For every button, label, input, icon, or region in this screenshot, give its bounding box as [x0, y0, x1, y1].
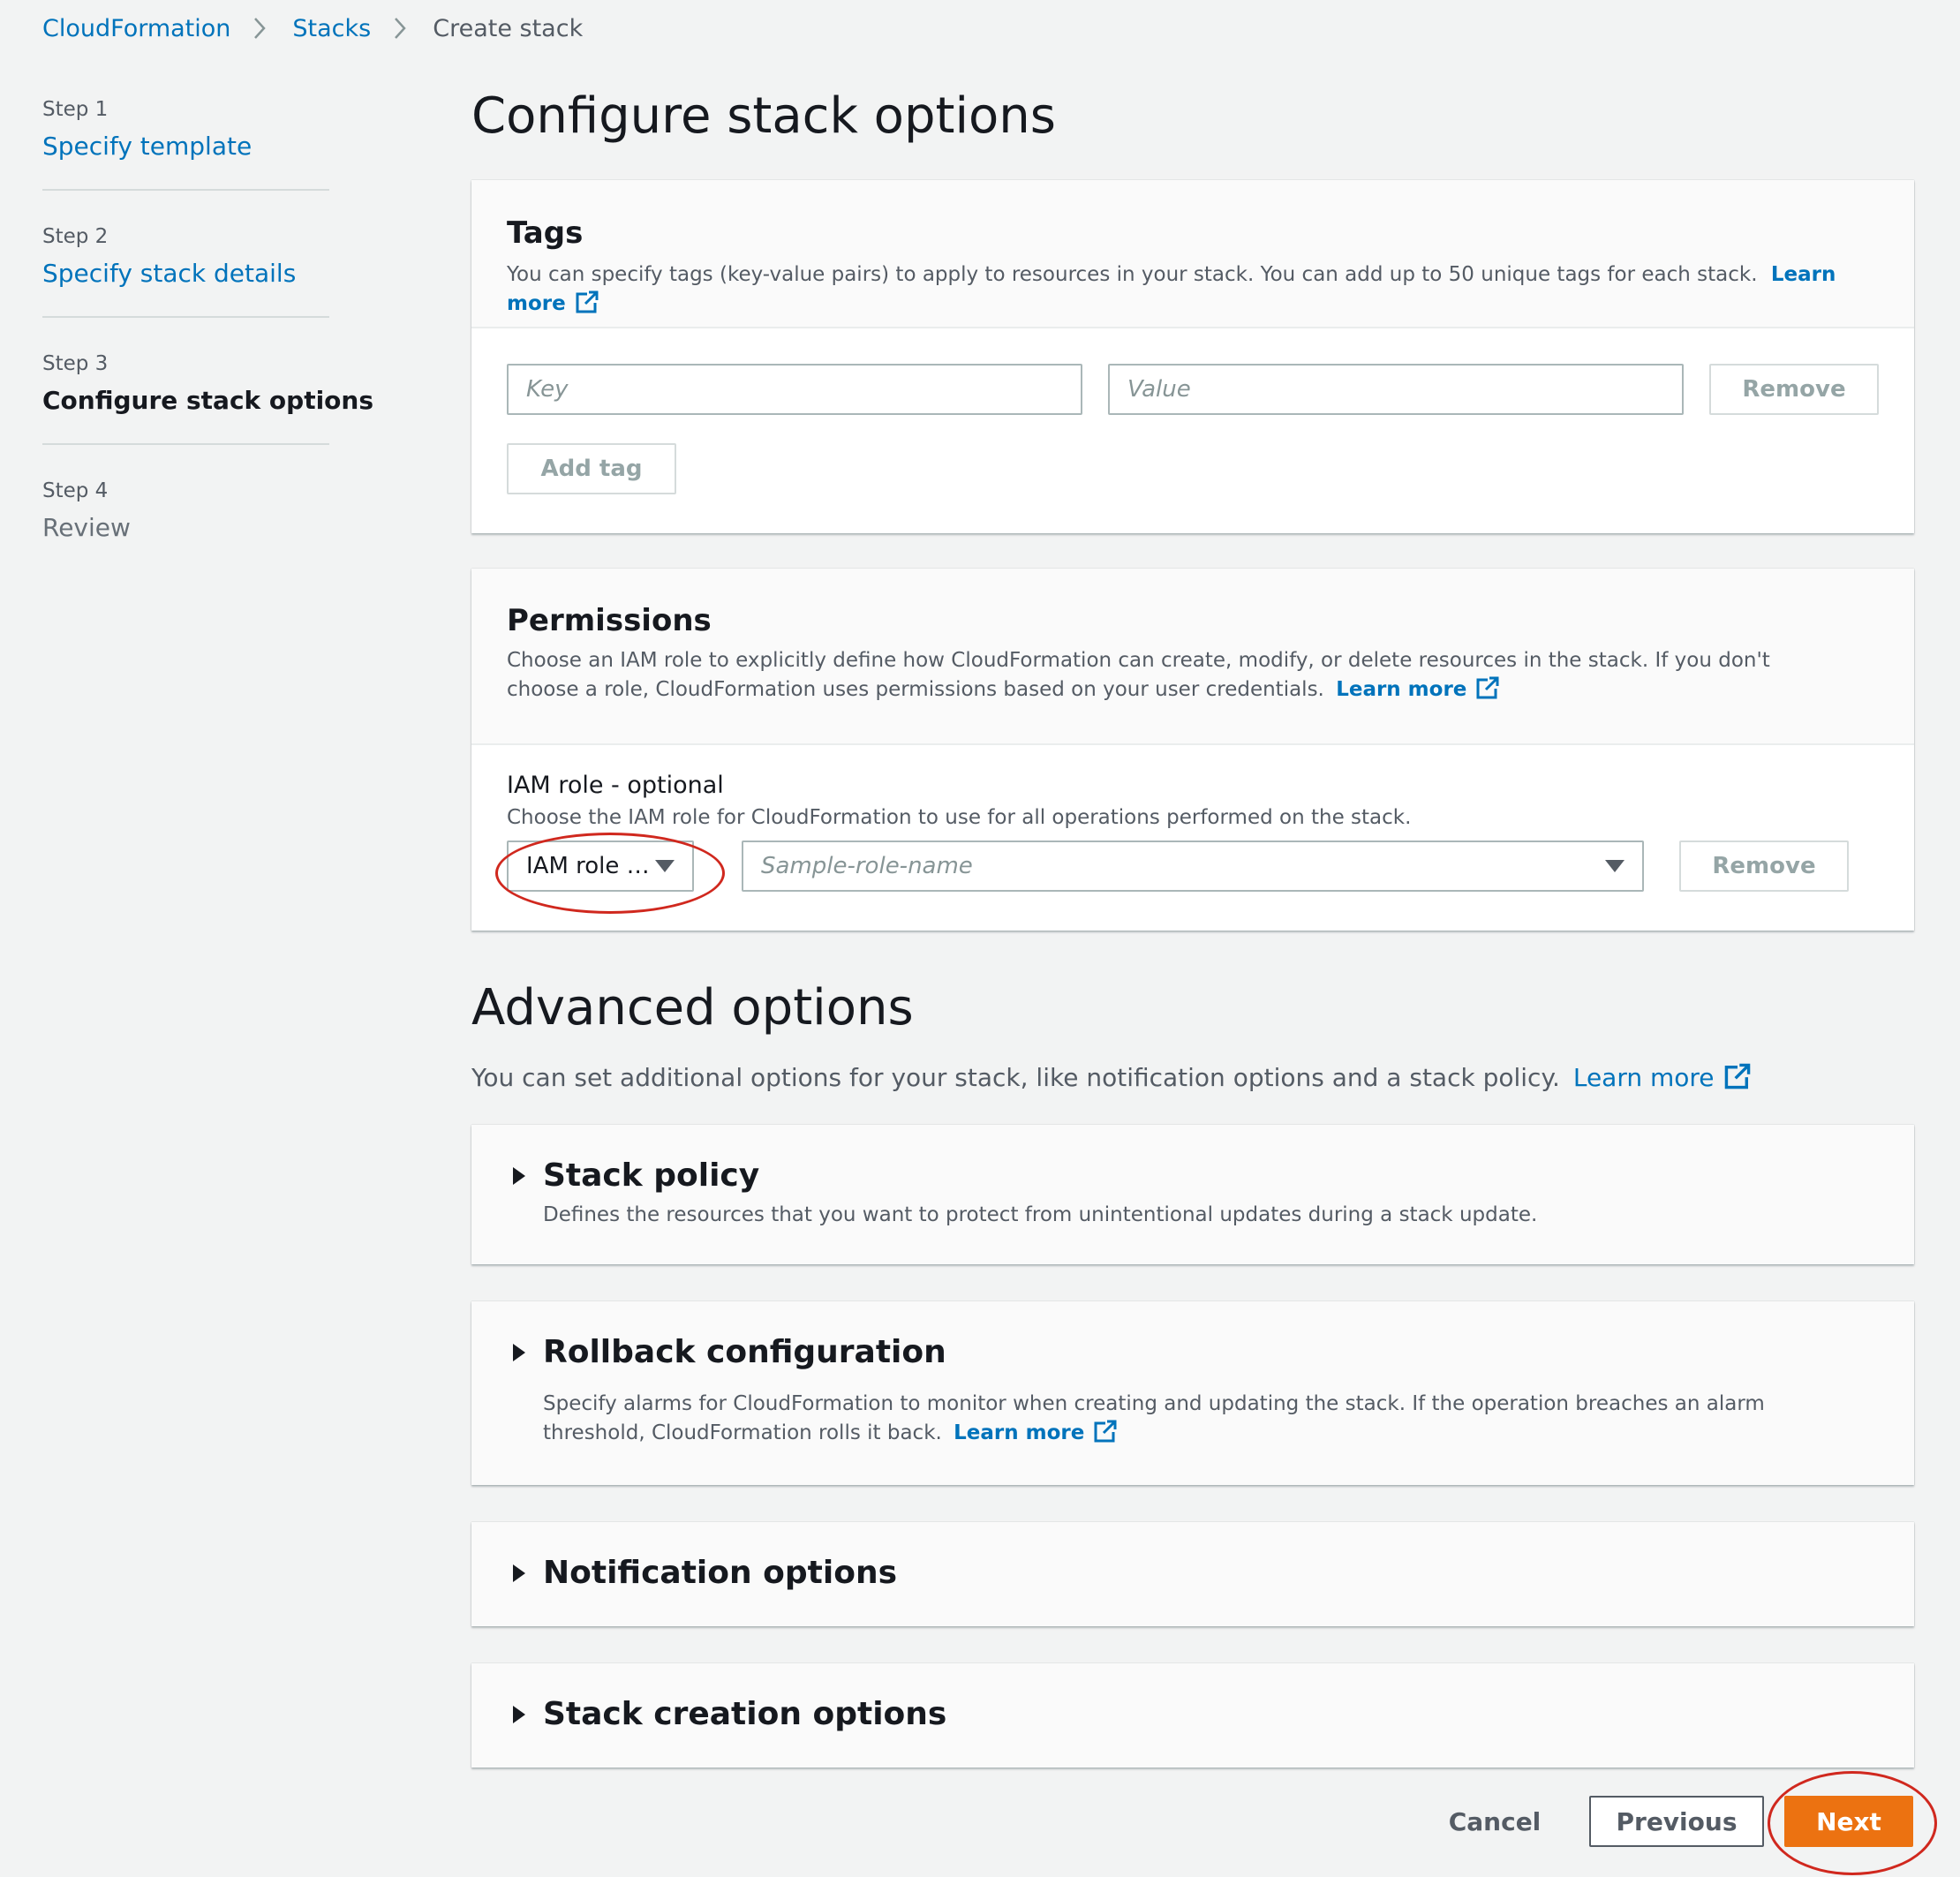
permissions-panel: Permissions Choose an IAM role to explic… — [471, 569, 1914, 931]
tags-description: You can specify tags (key-value pairs) t… — [507, 260, 1879, 319]
stack-policy-title: Stack policy — [543, 1157, 760, 1194]
rollback-description-text: Specify alarms for CloudFormation to mon… — [543, 1392, 1765, 1444]
stack-creation-options-title: Stack creation options — [543, 1696, 947, 1732]
external-link-icon — [1723, 1062, 1752, 1090]
permissions-description-text: Choose an IAM role to explicitly define … — [507, 649, 1770, 701]
cancel-button[interactable]: Cancel — [1430, 1796, 1559, 1847]
breadcrumb: CloudFormation Stacks Create stack — [42, 12, 583, 44]
learn-more-label: Learn more — [1336, 678, 1467, 701]
step-number: Step 2 — [42, 225, 109, 248]
step-link-specify-stack-details[interactable]: Specify stack details — [42, 254, 296, 293]
external-link-icon — [1093, 1419, 1119, 1444]
permissions-learn-more-link[interactable]: Learn more — [1336, 675, 1501, 701]
tags-description-text: You can specify tags (key-value pairs) t… — [507, 263, 1758, 286]
chevron-right-icon — [253, 12, 273, 44]
permissions-title: Permissions — [507, 603, 712, 638]
rollback-learn-more-link[interactable]: Learn more — [954, 1419, 1119, 1444]
step-link-specify-template[interactable]: Specify template — [42, 127, 252, 166]
caret-down-icon — [1605, 860, 1625, 872]
step-divider — [42, 316, 329, 318]
learn-more-label: Learn more — [954, 1421, 1085, 1444]
next-button[interactable]: Next — [1784, 1796, 1913, 1847]
tag-remove-button[interactable]: Remove — [1709, 364, 1879, 415]
chevron-right-icon — [394, 12, 413, 44]
step-2: Step 2 Specify stack details — [42, 219, 329, 346]
permissions-panel-header: Permissions Choose an IAM role to explic… — [471, 569, 1914, 745]
rollback-configuration-title: Rollback configuration — [543, 1334, 946, 1370]
advanced-description-text: You can set additional options for your … — [471, 1063, 1560, 1092]
breadcrumb-stacks[interactable]: Stacks — [292, 15, 371, 42]
step-number: Step 4 — [42, 479, 109, 502]
iam-role-name-select[interactable]: Sample-role-name — [742, 841, 1644, 892]
iam-role-description: Choose the IAM role for CloudFormation t… — [507, 806, 1412, 829]
advanced-options-description: You can set additional options for your … — [471, 1060, 1752, 1096]
caret-down-icon — [655, 860, 675, 872]
learn-more-label: Learn more — [1572, 1063, 1715, 1092]
step-current-configure-stack-options: Configure stack options — [42, 386, 374, 415]
step-number: Step 3 — [42, 352, 109, 375]
add-tag-button[interactable]: Add tag — [507, 443, 676, 494]
expand-triangle-icon — [513, 1344, 525, 1361]
step-review: Review — [42, 513, 131, 542]
notification-options-title: Notification options — [543, 1555, 898, 1591]
iam-role-name-placeholder: Sample-role-name — [761, 853, 973, 879]
tags-panel-header: Tags You can specify tags (key-value pai… — [471, 180, 1914, 328]
tag-key-input[interactable] — [507, 364, 1082, 415]
permissions-description: Choose an IAM role to explicitly define … — [507, 646, 1843, 705]
notification-options-section[interactable]: Notification options — [471, 1522, 1914, 1626]
stack-creation-options-section[interactable]: Stack creation options — [471, 1663, 1914, 1768]
expand-triangle-icon — [513, 1706, 525, 1723]
stack-policy-section[interactable]: Stack policy Defines the resources that … — [471, 1125, 1914, 1264]
step-divider — [42, 443, 329, 445]
external-link-icon — [575, 290, 599, 314]
iam-role-remove-button[interactable]: Remove — [1679, 841, 1849, 892]
breadcrumb-current: Create stack — [433, 14, 584, 42]
step-4: Step 4 Review — [42, 473, 329, 600]
previous-button[interactable]: Previous — [1589, 1796, 1764, 1847]
page-title: Configure stack options — [471, 87, 1056, 145]
advanced-options-title: Advanced options — [471, 979, 914, 1036]
tags-panel: Tags You can specify tags (key-value pai… — [471, 180, 1914, 533]
iam-role-type-value: IAM role … — [526, 853, 650, 879]
breadcrumb-cloudformation[interactable]: CloudFormation — [42, 15, 230, 42]
expand-triangle-icon — [513, 1564, 525, 1582]
step-3: Step 3 Configure stack options — [42, 346, 373, 473]
iam-role-label: IAM role - optional — [507, 772, 724, 799]
external-link-icon — [1475, 675, 1501, 700]
advanced-learn-more-link[interactable]: Learn more — [1573, 1063, 1752, 1092]
step-number: Step 1 — [42, 98, 109, 121]
step-1: Step 1 Specify template — [42, 92, 329, 219]
rollback-configuration-section[interactable]: Rollback configuration Specify alarms fo… — [471, 1301, 1914, 1485]
tags-title: Tags — [507, 215, 584, 251]
expand-triangle-icon — [513, 1167, 525, 1185]
step-divider — [42, 189, 329, 191]
rollback-configuration-description: Specify alarms for CloudFormation to mon… — [543, 1390, 1826, 1448]
stack-policy-description: Defines the resources that you want to p… — [543, 1203, 1538, 1226]
wizard-steps: Step 1 Specify template Step 2 Specify s… — [42, 92, 373, 600]
tag-value-input[interactable] — [1108, 364, 1684, 415]
iam-role-type-select[interactable]: IAM role … — [507, 841, 694, 892]
